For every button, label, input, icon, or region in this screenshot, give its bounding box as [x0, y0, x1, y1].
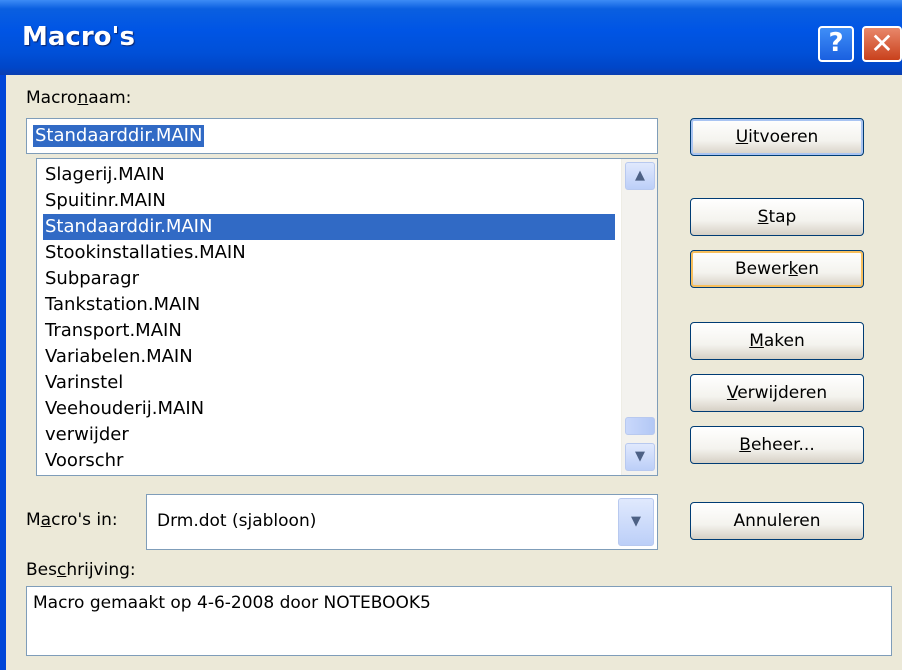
run-button[interactable]: Uitvoeren: [690, 118, 864, 156]
macro-list[interactable]: Slagerij.MAIN Spuitinr.MAIN Standaarddir.M…: [36, 158, 658, 476]
macros-in-value: Drm.dot (sjabloon): [157, 511, 317, 531]
description-text: Macro gemaakt op 4-6-2008 door NOTEBOOK5: [33, 593, 431, 613]
dialog-title: Macro's: [22, 22, 135, 52]
close-icon: ✕: [870, 27, 894, 60]
description-box: Macro gemaakt op 4-6-2008 door NOTEBOOK5: [26, 586, 892, 656]
edit-button[interactable]: Bewerken: [690, 250, 864, 288]
step-button[interactable]: Stap: [690, 198, 864, 236]
help-button[interactable]: ?: [818, 26, 854, 62]
macros-in-select[interactable]: Drm.dot (sjabloon) ▼: [146, 494, 658, 550]
window-border: [0, 75, 6, 670]
organize-button[interactable]: Beheer...: [690, 426, 864, 464]
chevron-down-icon: ▼: [635, 449, 645, 464]
list-item[interactable]: Stookinstallaties.MAIN: [43, 240, 615, 266]
list-scrollbar[interactable]: ▲ ▼: [621, 159, 657, 475]
list-item[interactable]: Standaarddir.MAIN: [43, 214, 615, 240]
list-item[interactable]: Spuitinr.MAIN: [43, 188, 615, 214]
list-item[interactable]: Slagerij.MAIN: [43, 162, 615, 188]
list-item[interactable]: Transport.MAIN: [43, 318, 615, 344]
macros-dialog: Macro's ? ✕ Macronaam: Standaarddir.MAIN…: [0, 0, 902, 670]
dropdown-button[interactable]: ▼: [618, 498, 654, 546]
scroll-thumb[interactable]: [625, 417, 655, 435]
list-item[interactable]: verwijder: [43, 422, 615, 448]
scroll-up-button[interactable]: ▲: [625, 162, 655, 190]
list-item[interactable]: Subparagr: [43, 266, 615, 292]
macros-in-label: Macro's in:: [26, 510, 118, 530]
macro-name-value: Standaarddir.MAIN: [33, 125, 205, 147]
scroll-down-button[interactable]: ▼: [625, 443, 655, 471]
list-item[interactable]: Voorschr: [43, 448, 615, 474]
delete-button[interactable]: Verwijderen: [690, 374, 864, 412]
description-label: Beschrijving:: [26, 560, 136, 580]
list-item[interactable]: Tankstation.MAIN: [43, 292, 615, 318]
macro-name-input[interactable]: Standaarddir.MAIN: [26, 118, 658, 154]
macro-name-label: Macronaam:: [26, 88, 132, 108]
title-bar[interactable]: Macro's ? ✕: [0, 0, 902, 75]
chevron-up-icon: ▲: [635, 168, 645, 183]
close-button[interactable]: ✕: [862, 26, 902, 62]
help-icon: ?: [828, 28, 844, 58]
chevron-down-icon: ▼: [631, 514, 641, 529]
create-button[interactable]: Maken: [690, 322, 864, 360]
list-item[interactable]: Variabelen.MAIN: [43, 344, 615, 370]
list-item[interactable]: Veehouderij.MAIN: [43, 396, 615, 422]
list-item[interactable]: Varinstel: [43, 370, 615, 396]
cancel-button[interactable]: Annuleren: [690, 502, 864, 540]
